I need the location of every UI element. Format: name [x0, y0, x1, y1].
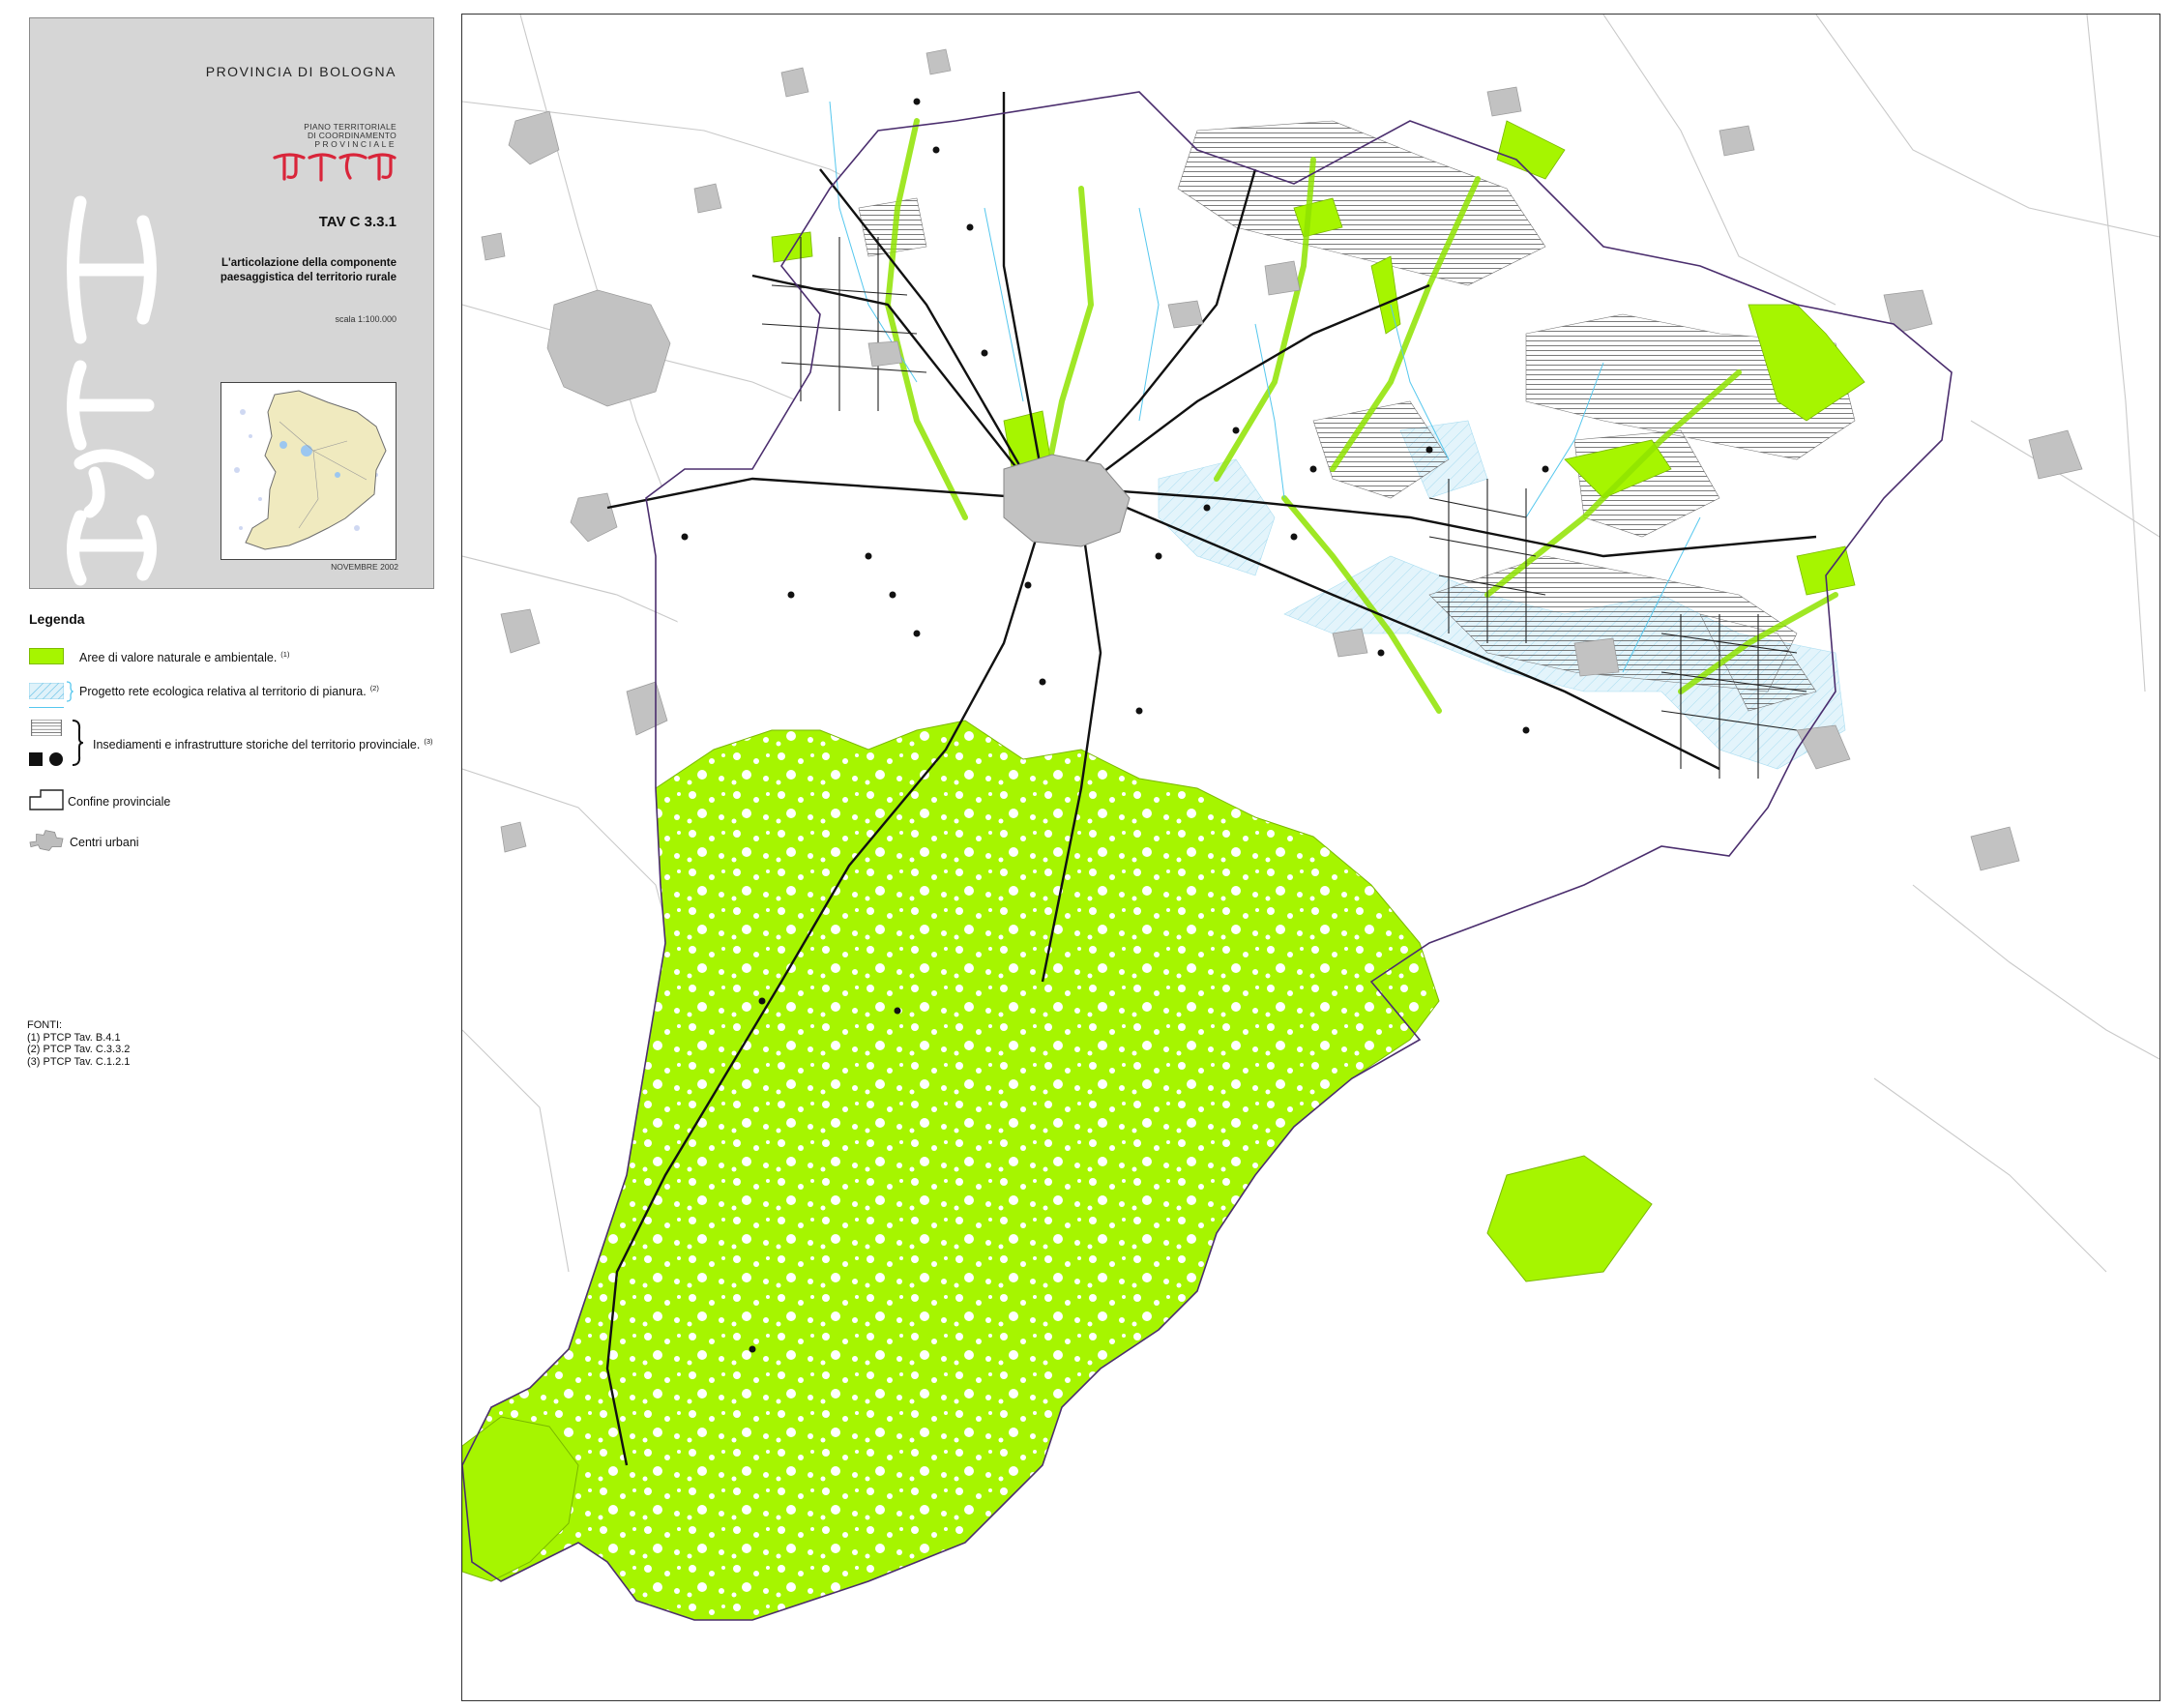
legend-note: (1): [280, 650, 290, 659]
province-map: [462, 15, 2159, 1621]
map-subtitle-line: paesaggistica del territorio rurale: [220, 272, 397, 283]
plan-name-line: PROVINCIALE: [314, 139, 397, 149]
map-subtitle-line: L'articolazione della componente: [220, 257, 397, 269]
legend-label: Progetto rete ecologica relativa al terr…: [79, 685, 367, 699]
blue-hatch-swatch: [29, 683, 64, 699]
source-line: (1) PTCP Tav. B.4.1: [27, 1031, 121, 1044]
ptcp-watermark-logo: [67, 195, 157, 586]
source-line: (2) PTCP Tav. C.3.3.2: [27, 1044, 131, 1055]
green-area-swatch: [29, 648, 64, 664]
legend-note: (3): [424, 737, 433, 746]
legend-label: Insediamenti e infrastrutture storiche d…: [93, 738, 421, 752]
legend-label: Aree di valore naturale e ambientale.: [79, 651, 278, 665]
natural-areas-southwest: [462, 1416, 579, 1582]
natural-areas-southeast: [1486, 1155, 1653, 1282]
map-frame: [461, 14, 2160, 1701]
legend-item-historic-settlements: Insediamenti e infrastrutture storiche d…: [93, 737, 433, 751]
sheet-code: TAV C 3.3.1: [318, 214, 397, 230]
sources-block: FONTI: (1) PTCP Tav. B.4.1 (2) PTCP Tav.…: [27, 1019, 130, 1068]
legend-item-ecological-network: Progetto rete ecologica relativa al terr…: [79, 684, 379, 698]
plan-name: PIANO TERRITORIALE DI COORDINAMENTO PROV…: [251, 123, 397, 149]
black-brace-icon: [72, 720, 83, 766]
source-line: (3) PTCP Tav. C.1.2.1: [27, 1055, 131, 1068]
map-scale: scala 1:100.000: [335, 314, 397, 324]
title-cartouche: PROVINCIA DI BOLOGNA PIANO TERRITORIALE …: [29, 17, 434, 589]
historic-hatch-swatch: [31, 720, 62, 736]
water-line-swatch: [29, 707, 64, 708]
legend-label: Centri urbani: [70, 836, 139, 849]
map-date: NOVEMBRE 2002: [331, 562, 398, 572]
ptcp-logo: [273, 153, 397, 182]
legend-item-urban-centres: Centri urbani: [70, 836, 139, 849]
legend-item-natural-areas: Aree di valore naturale e ambientale. (1): [79, 650, 289, 664]
historic-dot-icon: [49, 752, 63, 766]
legend-note: (2): [369, 684, 379, 692]
legend-title: Legenda: [29, 611, 85, 627]
historic-square-icon: [29, 752, 43, 766]
inset-locator-map: [220, 382, 397, 560]
map-subtitle: L'articolazione della componente paesagg…: [174, 256, 397, 285]
legend-item-province-boundary: Confine provinciale: [68, 795, 170, 809]
province-name: PROVINCIA DI BOLOGNA: [205, 64, 397, 79]
natural-areas-hills: [462, 720, 1440, 1621]
blue-brace-icon: [66, 681, 73, 702]
province-boundary-swatch: [29, 789, 64, 810]
legend-label: Confine provinciale: [68, 795, 171, 809]
sources-title: FONTI:: [27, 1019, 63, 1031]
urban-centre-swatch: [29, 830, 64, 851]
